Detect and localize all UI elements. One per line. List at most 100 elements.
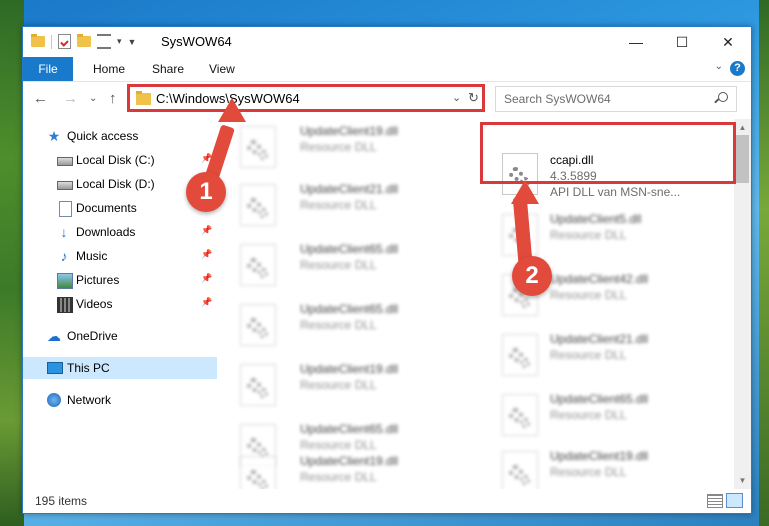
sidebar-item-label: Videos — [76, 297, 113, 311]
file-type: Resource DLL — [300, 378, 377, 392]
up-button[interactable]: ↑ — [109, 90, 117, 107]
properties-icon[interactable] — [58, 34, 71, 49]
tab-file[interactable]: File — [23, 57, 73, 81]
file-name: UpdateClient65.dll — [550, 392, 649, 406]
file-item[interactable]: UpdateClient19.dll Resource DLL — [230, 357, 460, 411]
file-name: UpdateClient19.dll — [300, 124, 399, 138]
file-type: Resource DLL — [300, 140, 377, 154]
sidebar-item-label: Pictures — [76, 273, 120, 287]
star-icon: ★ — [47, 128, 61, 144]
file-name: UpdateClient21.dll — [300, 182, 399, 196]
sidebar-item-pictures[interactable]: Pictures 📌 — [23, 269, 217, 291]
file-type: Resource DLL — [550, 408, 627, 422]
file-description: API DLL van MSN-sne... — [550, 185, 681, 199]
dll-file-icon — [240, 304, 276, 346]
recent-locations-icon[interactable]: ⌄ — [89, 93, 97, 104]
sidebar-item-quick-access[interactable]: ★ Quick access — [23, 125, 217, 147]
customize-toolbar-icon[interactable]: ▼ — [128, 37, 137, 47]
onedrive-icon: ☁ — [47, 328, 61, 344]
file-name: UpdateClient5.dll — [550, 212, 642, 226]
downloads-icon: ↓ — [60, 224, 68, 240]
file-item[interactable]: UpdateClient65.dll Resource DLL — [230, 297, 460, 351]
maximize-button[interactable]: ☐ — [659, 27, 705, 57]
expand-ribbon-icon[interactable]: ⌄ — [715, 61, 723, 72]
sidebar-item-label: Network — [67, 393, 112, 407]
dll-file-icon — [240, 126, 276, 168]
minimize-button[interactable]: — — [613, 27, 659, 57]
file-item[interactable]: UpdateClient19.dll Resource DLL — [230, 119, 460, 173]
file-name: UpdateClient19.dll — [300, 362, 399, 376]
sidebar-item-label: Quick access — [67, 129, 139, 143]
details-view-icon[interactable] — [707, 494, 723, 508]
navigation-pane: ★ Quick access Local Disk (C:) 📌 Local D… — [23, 119, 217, 489]
network-icon — [47, 393, 61, 407]
new-folder-icon[interactable] — [77, 34, 91, 47]
sidebar-item-label: Local Disk (C:) — [76, 153, 155, 167]
sidebar-item-label: Documents — [76, 201, 137, 215]
pin-icon[interactable]: 📌 — [201, 249, 212, 260]
sidebar-item-label: OneDrive — [67, 329, 118, 343]
sidebar-item-local-disk-c[interactable]: Local Disk (C:) 📌 — [23, 149, 217, 171]
file-name: UpdateClient42.dll — [550, 272, 649, 286]
dll-file-icon — [502, 451, 538, 489]
dll-file-icon — [502, 334, 538, 376]
pin-icon[interactable]: 📌 — [201, 273, 212, 284]
file-type: Resource DLL — [550, 288, 627, 302]
search-input[interactable]: Search SysWOW64 — [495, 86, 737, 112]
disk-icon — [57, 157, 73, 166]
tab-home[interactable]: Home — [93, 57, 125, 81]
file-type: Resource DLL — [300, 318, 377, 332]
pin-icon[interactable]: 📌 — [201, 225, 212, 236]
sidebar-item-label: This PC — [67, 361, 110, 375]
customize-view-icon[interactable] — [97, 34, 111, 49]
file-item[interactable]: UpdateClient65.dll Resource DLL — [482, 387, 712, 441]
file-item[interactable]: UpdateClient19.dll Resource DLL — [230, 449, 460, 489]
file-name: UpdateClient19.dll — [550, 449, 649, 463]
forward-button[interactable]: → — [63, 90, 78, 107]
file-name: UpdateClient65.dll — [300, 242, 399, 256]
sidebar-item-network[interactable]: Network — [23, 389, 217, 411]
desktop-wallpaper-left — [0, 0, 24, 526]
pin-icon[interactable]: 📌 — [201, 297, 212, 308]
file-item[interactable]: UpdateClient21.dll Resource DLL — [482, 327, 712, 381]
sidebar-item-onedrive[interactable]: ☁ OneDrive — [23, 325, 217, 347]
sidebar-item-videos[interactable]: Videos 📌 — [23, 293, 217, 315]
file-item[interactable]: UpdateClient65.dll Resource DLL — [230, 237, 460, 291]
annotation-arrowhead-2 — [511, 180, 539, 204]
file-name: UpdateClient65.dll — [300, 422, 399, 436]
search-icon[interactable] — [718, 92, 728, 102]
back-button[interactable]: ← — [33, 90, 48, 107]
file-item[interactable]: UpdateClient19.dll Resource DLL — [482, 444, 712, 489]
file-type: Resource DLL — [300, 198, 377, 212]
file-type: Resource DLL — [300, 258, 377, 272]
desktop-wallpaper-right — [759, 0, 769, 526]
annotation-arrowhead-1 — [218, 98, 246, 122]
scroll-up-icon[interactable]: ▲ — [734, 119, 751, 136]
scroll-thumb[interactable] — [736, 135, 749, 183]
documents-icon — [59, 201, 72, 217]
tab-share[interactable]: Share — [152, 57, 184, 81]
sidebar-item-music[interactable]: ♪ Music 📌 — [23, 245, 217, 267]
window-title: SysWOW64 — [161, 34, 232, 49]
toolbar-dropdown-icon[interactable]: ▾ — [117, 36, 122, 47]
dll-file-icon — [502, 394, 538, 436]
dll-file-icon — [240, 184, 276, 226]
scroll-down-icon[interactable]: ▼ — [734, 472, 751, 489]
file-type: Resource DLL — [550, 465, 627, 479]
file-item[interactable]: UpdateClient21.dll Resource DLL — [230, 177, 460, 231]
music-icon: ♪ — [60, 248, 68, 264]
tab-view[interactable]: View — [209, 57, 235, 81]
file-type: Resource DLL — [550, 348, 627, 362]
disk-icon — [57, 181, 73, 190]
sidebar-item-this-pc[interactable]: This PC — [23, 357, 217, 379]
vertical-scrollbar[interactable]: ▲ ▼ — [734, 119, 751, 489]
help-icon[interactable]: ? — [730, 61, 745, 76]
large-icons-view-icon[interactable] — [726, 493, 743, 508]
dll-file-icon — [240, 456, 276, 489]
close-button[interactable]: ✕ — [705, 27, 751, 57]
file-type: Resource DLL — [550, 228, 627, 242]
sidebar-item-downloads[interactable]: ↓ Downloads 📌 — [23, 221, 217, 243]
sidebar-item-label: Local Disk (D:) — [76, 177, 155, 191]
toolbar-divider — [51, 34, 52, 49]
file-name: UpdateClient65.dll — [300, 302, 399, 316]
